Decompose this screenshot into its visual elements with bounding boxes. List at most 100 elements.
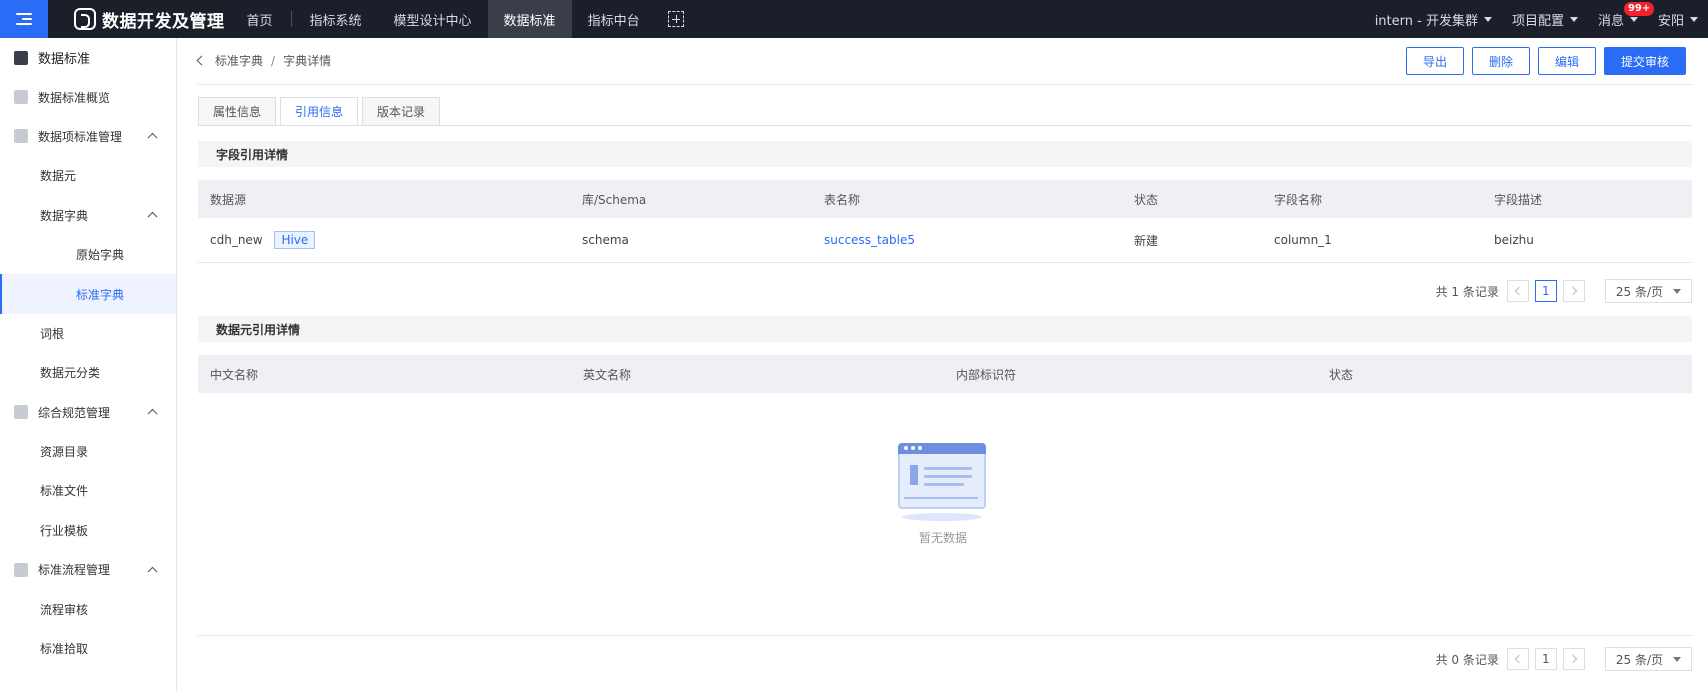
sidebar-item-label: 数据标准概览 bbox=[38, 90, 111, 105]
messages-label: 消息 bbox=[1597, 13, 1624, 29]
cluster-label: intern - 开发集群 bbox=[1374, 13, 1478, 29]
empty-text: 暂无数据 bbox=[918, 531, 967, 545]
page-number[interactable]: 1 bbox=[1534, 648, 1557, 670]
element-refs-title: 数据元引用详情 bbox=[198, 316, 1692, 342]
tab-versions[interactable]: 版本记录 bbox=[362, 97, 441, 125]
caret-down-icon bbox=[1673, 288, 1681, 294]
sidebar-item-standard-files[interactable]: 标准文件 bbox=[0, 471, 176, 510]
sidebar-item-data-element[interactable]: 数据元 bbox=[0, 156, 176, 195]
sidebar-item-label: 标准文件 bbox=[40, 484, 89, 499]
nav-metrics-platform[interactable]: 指标中台 bbox=[572, 0, 656, 38]
col-header: 英文名称 bbox=[583, 367, 632, 382]
header-divider bbox=[198, 84, 1692, 85]
col-header: 表名称 bbox=[824, 192, 861, 207]
sidebar-item-data-item-mgmt[interactable]: 数据项标准管理 bbox=[0, 117, 176, 156]
hive-tag: Hive bbox=[274, 231, 316, 249]
sidebar-item-general-spec-mgmt[interactable]: 综合规范管理 bbox=[0, 393, 176, 432]
chevron-up-icon bbox=[147, 409, 158, 419]
col-header: 中文名称 bbox=[210, 367, 259, 382]
user-menu[interactable]: 安阳 bbox=[1648, 10, 1708, 29]
project-config-menu[interactable]: 项目配置 bbox=[1502, 10, 1588, 29]
page-size-select[interactable]: 25 条/页 bbox=[1604, 647, 1692, 671]
brand-name: 数据开发及管理 bbox=[102, 11, 225, 32]
cell-field: column_1 bbox=[1274, 233, 1332, 247]
nav-data-standard[interactable]: 数据标准 bbox=[487, 0, 572, 38]
messages-menu[interactable]: 消息 99+ bbox=[1588, 1, 1655, 29]
sidebar-item-label: 资源目录 bbox=[40, 445, 89, 460]
detail-tabs: 属性信息 引用信息 版本记录 bbox=[198, 97, 444, 125]
prev-page-button[interactable] bbox=[1506, 648, 1529, 670]
sidebar-item-industry-templates[interactable]: 行业模板 bbox=[0, 511, 176, 550]
nav-home[interactable]: 首页 bbox=[231, 0, 289, 38]
chevron-up-icon bbox=[147, 133, 158, 144]
sidebar-item-standard-pick[interactable]: 标准拾取 bbox=[0, 629, 176, 668]
cell-schema: schema bbox=[582, 233, 629, 247]
chevron-right-icon bbox=[1568, 286, 1578, 296]
page-size-label: 25 条/页 bbox=[1615, 284, 1663, 299]
field-refs-title: 字段引用详情 bbox=[198, 141, 1692, 167]
col-header: 字段描述 bbox=[1494, 192, 1543, 207]
sidebar-item-label: 标准字典 bbox=[76, 287, 125, 302]
brand-logo-icon bbox=[74, 8, 96, 30]
chevron-left-icon bbox=[1514, 286, 1524, 296]
top-nav-bar: 数据开发及管理 首页 指标系统 模型设计中心 数据标准 指标中台 intern … bbox=[0, 0, 1708, 38]
edit-button[interactable]: 编辑 bbox=[1537, 47, 1596, 75]
caret-down-icon bbox=[1629, 16, 1638, 22]
breadcrumb-current: 字典详情 bbox=[283, 54, 332, 68]
sidebar-item-flow-mgmt[interactable]: 标准流程管理 bbox=[0, 550, 176, 589]
back-arrow-icon[interactable] bbox=[196, 55, 207, 66]
nav-model-design[interactable]: 模型设计中心 bbox=[378, 0, 488, 38]
element-refs-pagination: 共 0 条记录 1 25 条/页 bbox=[1436, 647, 1692, 671]
sidebar-item-element-category[interactable]: 数据元分类 bbox=[0, 353, 176, 392]
add-app-icon[interactable] bbox=[667, 11, 684, 27]
nav-metrics-system[interactable]: 指标系统 bbox=[294, 0, 378, 38]
cluster-selector[interactable]: intern - 开发集群 bbox=[1365, 10, 1502, 29]
submit-review-button[interactable]: 提交审核 bbox=[1603, 47, 1686, 75]
page-actions: 导出 删除 编辑 提交审核 bbox=[1398, 47, 1686, 75]
col-header: 状态 bbox=[1134, 192, 1159, 207]
sidebar-item-data-dictionary[interactable]: 数据字典 bbox=[0, 196, 176, 235]
user-name: 安阳 bbox=[1657, 13, 1684, 29]
next-page-button[interactable] bbox=[1562, 280, 1585, 302]
empty-state: 暂无数据 bbox=[178, 443, 1708, 546]
col-header: 库/Schema bbox=[582, 192, 647, 207]
brand[interactable]: 数据开发及管理 bbox=[74, 7, 225, 32]
main-content: 标准字典 / 字典详情 导出 删除 编辑 提交审核 属性信息 引用信息 版本记录… bbox=[178, 38, 1708, 692]
table-header: 数据源 库/Schema 表名称 状态 字段名称 字段描述 bbox=[198, 180, 1692, 218]
sidebar-item-word-root[interactable]: 词根 bbox=[0, 314, 176, 353]
breadcrumb-parent[interactable]: 标准字典 bbox=[215, 52, 263, 69]
page-size-label: 25 条/页 bbox=[1615, 652, 1663, 667]
source-name: cdh_new bbox=[210, 233, 263, 247]
col-header: 内部标识符 bbox=[956, 367, 1017, 382]
prev-page-button[interactable] bbox=[1506, 280, 1529, 302]
tabs-divider bbox=[198, 125, 1692, 126]
next-page-button[interactable] bbox=[1562, 648, 1585, 670]
menu-toggle-button[interactable] bbox=[0, 0, 48, 38]
table-header: 中文名称 英文名称 内部标识符 状态 bbox=[198, 355, 1692, 393]
page-number[interactable]: 1 bbox=[1534, 280, 1557, 302]
delete-button[interactable]: 删除 bbox=[1471, 47, 1530, 75]
sidebar-item-overview[interactable]: 数据标准概览 bbox=[0, 77, 176, 116]
caret-down-icon bbox=[1673, 656, 1681, 662]
sidebar-item-label: 综合规范管理 bbox=[38, 405, 111, 420]
flow-icon bbox=[14, 562, 28, 577]
page-size-select[interactable]: 25 条/页 bbox=[1604, 279, 1692, 303]
total-count: 共 0 条记录 bbox=[1435, 652, 1499, 667]
sidebar-item-resource-catalog[interactable]: 资源目录 bbox=[0, 432, 176, 471]
sidebar-item-label: 原始字典 bbox=[76, 248, 125, 263]
chevron-right-icon bbox=[1568, 654, 1578, 664]
tab-references[interactable]: 引用信息 bbox=[280, 97, 359, 125]
col-header: 字段名称 bbox=[1274, 192, 1323, 207]
field-refs-table: 数据源 库/Schema 表名称 状态 字段名称 字段描述 cdh_new Hi… bbox=[198, 180, 1692, 263]
sidebar-item-standard-dictionary[interactable]: 标准字典 bbox=[0, 274, 176, 315]
cell-table-link[interactable]: success_table5 bbox=[812, 233, 1122, 247]
sidebar-item-flow-review[interactable]: 流程审核 bbox=[0, 589, 176, 628]
sidebar-item-data-standard[interactable]: 数据标准 bbox=[0, 38, 176, 77]
sidebar-item-raw-dictionary[interactable]: 原始字典 bbox=[0, 235, 176, 274]
cell-status: 新建 bbox=[1134, 233, 1159, 248]
chevron-up-icon bbox=[147, 212, 158, 222]
tab-attributes[interactable]: 属性信息 bbox=[198, 97, 277, 125]
sidebar-item-label: 行业模板 bbox=[40, 523, 89, 538]
export-button[interactable]: 导出 bbox=[1405, 47, 1464, 75]
sidebar-item-label: 数据项标准管理 bbox=[38, 129, 123, 144]
